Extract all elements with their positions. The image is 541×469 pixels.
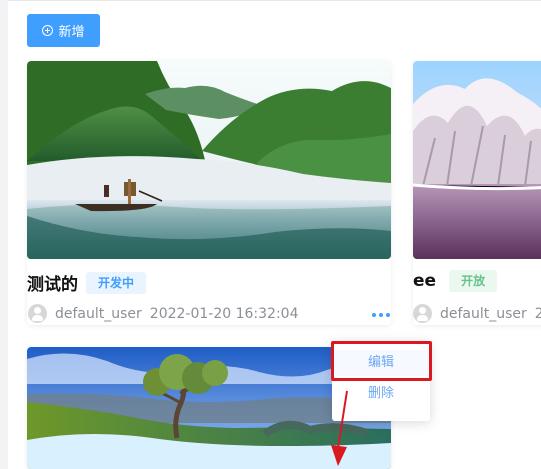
frost-lake-image xyxy=(413,61,541,259)
card-title-row: ee 开放 xyxy=(413,270,498,292)
card-action-menu: 编辑 删除 xyxy=(332,341,430,421)
status-badge: 开发中 xyxy=(86,271,147,294)
user-name: default_user xyxy=(55,305,142,322)
card-title: 测试的 xyxy=(27,275,78,295)
status-badge: 开放 xyxy=(449,270,498,292)
edit-menu-item[interactable]: 编辑 xyxy=(332,350,430,376)
created-date: 2022-01-20 16:32:04 xyxy=(149,305,299,322)
user-name: default_user xyxy=(440,305,527,322)
card-title: ee xyxy=(413,271,437,291)
lake-mist-image xyxy=(27,61,391,259)
plus-circle-icon xyxy=(42,25,54,36)
card-meta-row: default_user 20 xyxy=(413,304,541,323)
project-card[interactable]: 测试的 开发中 default_user 2022-01-20 16:32:04 xyxy=(27,61,391,325)
add-button[interactable]: 新增 xyxy=(27,14,100,47)
user-avatar-icon xyxy=(28,304,47,323)
more-icon[interactable] xyxy=(372,311,390,319)
add-button-label: 新增 xyxy=(58,25,85,40)
card-meta-row: default_user 2022-01-20 16:32:04 xyxy=(28,304,299,323)
delete-menu-item[interactable]: 删除 xyxy=(332,381,430,407)
user-avatar-icon xyxy=(413,304,432,323)
card-title-row: 测试的 开发中 xyxy=(27,270,147,295)
top-divider xyxy=(8,0,541,1)
project-card[interactable]: ee 开放 default_user 20 xyxy=(413,61,541,325)
created-date: 20 xyxy=(534,305,541,322)
page: 新增 测试的 开发中 default_user 2022-01-20 16:32… xyxy=(0,0,541,469)
